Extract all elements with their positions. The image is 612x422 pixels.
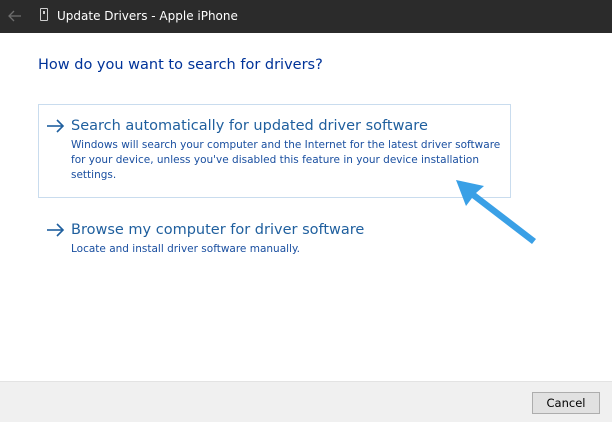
title-bar: Update Drivers - Apple iPhone: [0, 0, 612, 33]
search-automatically-option[interactable]: Search automatically for updated driver …: [38, 104, 511, 198]
option-description: Windows will search your computer and th…: [71, 139, 501, 181]
option-description: Locate and install driver software manua…: [71, 243, 301, 255]
annotation-pointer-arrow: [456, 180, 536, 244]
dialog-footer: Cancel: [0, 381, 612, 422]
update-drivers-window: Update Drivers - Apple iPhone How do you…: [0, 0, 612, 422]
option-title: Search automatically for updated driver …: [71, 118, 428, 134]
option-title: Browse my computer for driver software: [71, 222, 365, 238]
page-heading: How do you want to search for drivers?: [38, 57, 323, 73]
phone-device-icon: [40, 8, 48, 21]
right-arrow-icon: [47, 223, 65, 237]
browse-computer-option[interactable]: Browse my computer for driver software L…: [38, 208, 511, 268]
right-arrow-icon: [47, 119, 65, 133]
cancel-button[interactable]: Cancel: [532, 392, 600, 414]
back-arrow-icon[interactable]: [5, 6, 25, 26]
window-title: Update Drivers - Apple iPhone: [57, 9, 238, 23]
